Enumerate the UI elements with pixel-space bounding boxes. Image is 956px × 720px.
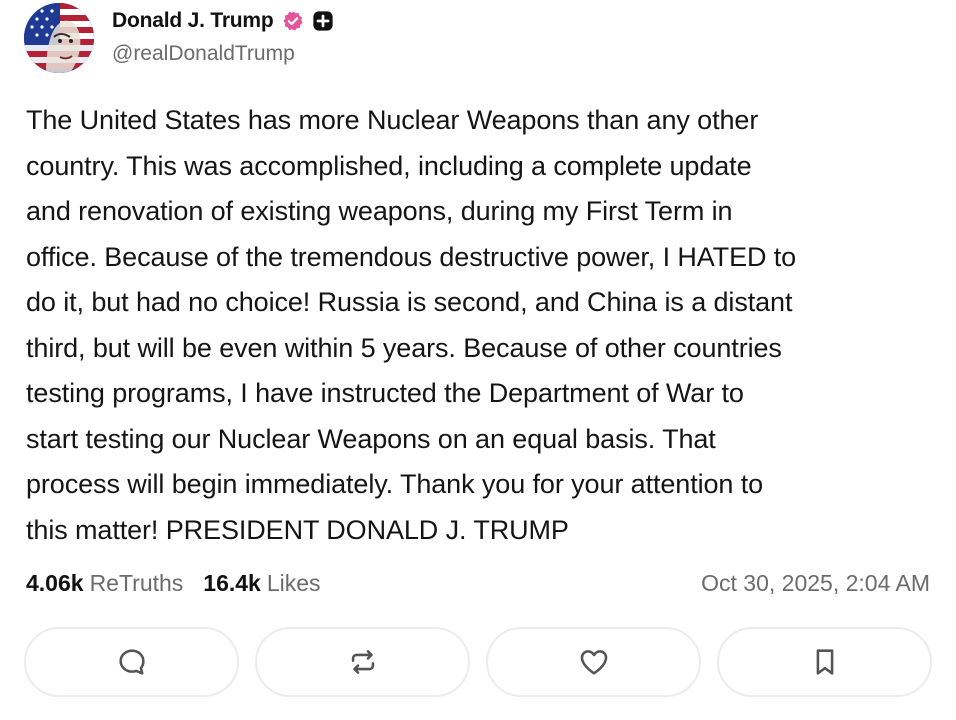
retruths-label: ReTruths bbox=[89, 569, 184, 596]
likes-stat[interactable]: 16.4k Likes bbox=[203, 570, 320, 597]
author-display-name[interactable]: Donald J. Trump bbox=[112, 9, 274, 33]
post-timestamp: Oct 30, 2025, 2:04 AM bbox=[701, 569, 930, 596]
flag-portrait-avatar-icon bbox=[24, 3, 94, 73]
retruth-button[interactable] bbox=[255, 627, 470, 697]
like-button[interactable] bbox=[486, 627, 701, 697]
likes-count: 16.4k bbox=[203, 569, 261, 596]
like-heart-icon bbox=[580, 650, 607, 675]
author-avatar[interactable] bbox=[24, 3, 94, 73]
author-handle[interactable]: @realDonaldTrump bbox=[112, 42, 295, 66]
likes-label: Likes bbox=[266, 569, 321, 596]
author-name-row: Donald J. Trump bbox=[112, 6, 334, 36]
reply-icon bbox=[118, 649, 145, 675]
retruth-icon bbox=[351, 650, 374, 674]
verified-badge-icon bbox=[282, 10, 304, 32]
reply-button[interactable] bbox=[24, 627, 239, 697]
retruths-stat[interactable]: 4.06k ReTruths bbox=[26, 570, 183, 597]
post-actions bbox=[24, 627, 932, 697]
bookmark-button[interactable] bbox=[717, 627, 932, 697]
bookmark-icon bbox=[816, 649, 833, 675]
plus-badge-icon bbox=[312, 10, 334, 32]
truth-post: Donald J. Trump @realDonaldTrump The Uni… bbox=[0, 0, 956, 720]
retruths-count: 4.06k bbox=[26, 569, 84, 596]
post-stats: 4.06k ReTruths 16.4k Likes Oct 30, 2025,… bbox=[26, 566, 930, 600]
post-body-text: The United States has more Nuclear Weapo… bbox=[26, 105, 797, 545]
